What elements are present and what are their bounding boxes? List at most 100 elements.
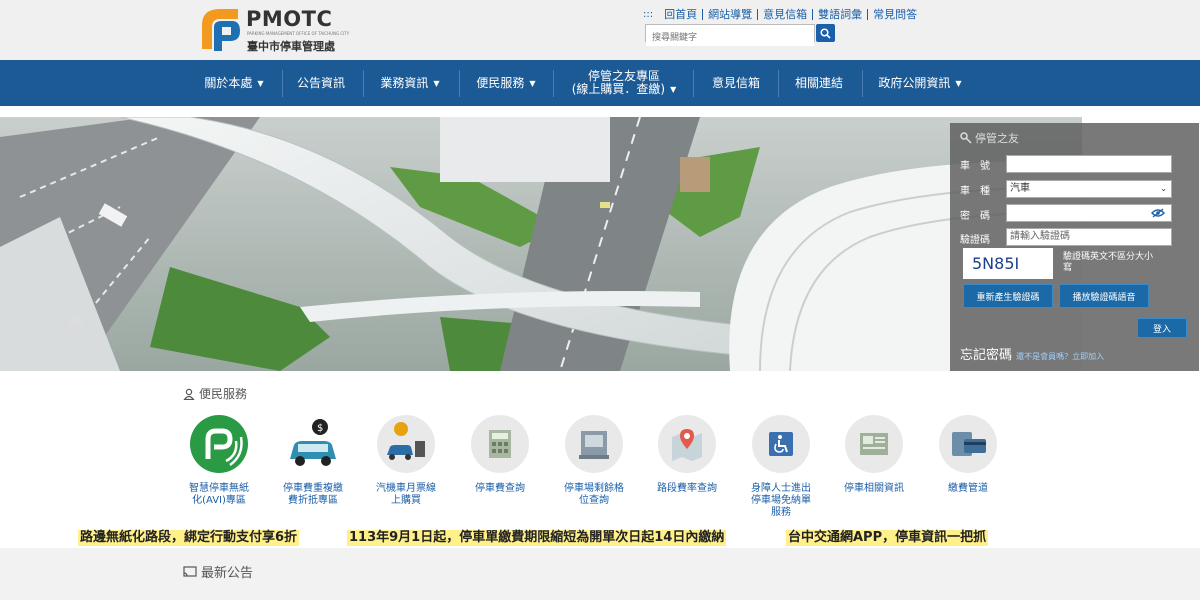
services-title: 便民服務 bbox=[199, 387, 248, 401]
monthly-pass-icon bbox=[377, 415, 435, 473]
forgot-password-link[interactable]: 忘記密碼 還不是會員嗎？立即加入 bbox=[960, 344, 1104, 363]
parking-lot-icon bbox=[565, 415, 623, 473]
forgot-password-text: 忘記密碼 bbox=[960, 348, 1013, 363]
login-title: 停管之友 bbox=[960, 130, 1019, 146]
search-button[interactable] bbox=[816, 24, 835, 42]
nav-business[interactable]: 業務資訊 ▼ bbox=[368, 60, 452, 106]
cast-icon bbox=[183, 565, 197, 577]
nav-announcements[interactable]: 公告資訊 bbox=[288, 60, 354, 106]
service-disabled-parking[interactable]: 身障人士進出 停車場免納單 服務 bbox=[736, 415, 826, 519]
login-button[interactable]: 登入 bbox=[1137, 318, 1187, 338]
captcha-image: 5N85I bbox=[963, 248, 1053, 279]
nav-gov-info[interactable]: 政府公開資訊 ▼ bbox=[868, 60, 972, 106]
service-disabled-parking-label: 身障人士進出 停車場免納單 服務 bbox=[751, 483, 811, 518]
nav-business-label: 業務資訊 bbox=[380, 75, 429, 90]
nav-divider bbox=[363, 70, 364, 97]
service-parking-spaces[interactable]: 停車場剩餘格 位查詢 bbox=[549, 415, 639, 507]
service-parking-info[interactable]: 停車相關資訊 bbox=[829, 415, 919, 495]
pmotc-logo-icon bbox=[202, 9, 240, 51]
service-payment-channels[interactable]: 繳費管道 bbox=[923, 415, 1013, 495]
service-monthly-pass[interactable]: 汽機車月票線 上購買 bbox=[361, 415, 451, 507]
chevron-down-icon: ▼ bbox=[433, 78, 440, 88]
news-heading: 最新公告 bbox=[183, 562, 253, 581]
chevron-down-icon: ▼ bbox=[670, 85, 677, 94]
vehicle-type-select[interactable]: 汽車 ⌄ bbox=[1006, 180, 1172, 198]
nav-services[interactable]: 便民服務 ▼ bbox=[464, 60, 548, 106]
play-captcha-audio-button[interactable]: 播放驗證碼語音 bbox=[1059, 284, 1149, 308]
service-parking-info-label: 停車相關資訊 bbox=[844, 483, 904, 494]
nav-links[interactable]: 相關連結 bbox=[784, 60, 854, 106]
chevron-down-icon: ▼ bbox=[529, 78, 536, 88]
logo-subtitle: PARKING MANAGEMENT OFFICE OF TAICHUNG CI… bbox=[247, 31, 350, 36]
map-pin-icon bbox=[658, 415, 716, 473]
car-refund-icon: $ bbox=[284, 415, 342, 473]
hero-banner-image bbox=[0, 117, 1082, 371]
service-parking-spaces-label: 停車場剩餘格 位查詢 bbox=[564, 483, 624, 506]
service-refund[interactable]: $ 停車費重複繳 費折抵專區 bbox=[268, 415, 358, 507]
news-title: 最新公告 bbox=[201, 566, 254, 581]
nav-divider bbox=[459, 70, 460, 97]
captcha-hint: 驗證碼英文不區分大小寫 bbox=[1063, 252, 1154, 273]
nav-feedback[interactable]: 意見信箱 bbox=[700, 60, 772, 106]
plate-number-input[interactable] bbox=[1006, 155, 1172, 173]
nav-gov-info-label: 政府公開資訊 bbox=[878, 75, 951, 90]
site-header: PMOTC PARKING MANAGEMENT OFFICE OF TAICH… bbox=[0, 0, 1200, 60]
show-password-eye-icon[interactable] bbox=[1151, 208, 1165, 218]
hero-banner[interactable] bbox=[0, 117, 1082, 371]
nav-about[interactable]: 關於本處 ▼ bbox=[193, 60, 275, 106]
marquee-item[interactable]: 路邊無紙化路段，綁定行動支付享6折 bbox=[78, 530, 300, 546]
nav-member-zone-line2: (線上購買．查繳) bbox=[571, 82, 666, 96]
key-icon bbox=[960, 132, 972, 144]
marquee-item[interactable]: 台中交通網APP，停車資訊一把抓 bbox=[786, 530, 989, 546]
link-glossary[interactable]: 雙語詞彙 bbox=[812, 8, 867, 20]
vehicle-type-value: 汽車 bbox=[1010, 183, 1030, 194]
news-section bbox=[0, 548, 1200, 600]
service-fee-query-label: 停車費查詢 bbox=[475, 483, 525, 494]
captcha-input[interactable]: 請輸入驗證碼 bbox=[1006, 228, 1172, 246]
nav-divider bbox=[553, 70, 554, 97]
service-avi-label: 智慧停車無紙 化(AVI)專區 bbox=[189, 483, 249, 506]
link-home[interactable]: 回首頁 bbox=[659, 9, 702, 20]
vehicle-type-label: 車 種 bbox=[960, 186, 990, 197]
nav-links-label: 相關連結 bbox=[794, 75, 843, 90]
service-fee-query[interactable]: 停車費查詢 bbox=[455, 415, 545, 495]
calculator-icon bbox=[471, 415, 529, 473]
service-payment-channels-label: 繳費管道 bbox=[948, 483, 988, 494]
nav-divider bbox=[778, 70, 779, 97]
services-heading: 便民服務 bbox=[183, 385, 247, 402]
wheelchair-icon bbox=[752, 415, 810, 473]
link-faq[interactable]: 常見問答 bbox=[867, 8, 922, 20]
nav-announcements-label: 公告資訊 bbox=[296, 75, 345, 90]
nav-divider bbox=[862, 70, 863, 97]
nav-services-label: 便民服務 bbox=[476, 75, 525, 90]
chevron-down-icon: ▼ bbox=[257, 78, 264, 88]
announcement-marquee: 路邊無紙化路段，綁定行動支付享6折 113年9月1日起，停車單繳費期限縮短為開單… bbox=[0, 528, 1200, 548]
marquee-item[interactable]: 113年9月1日起，停車單繳費期限縮短為開單次日起14日內繳納 bbox=[347, 530, 727, 546]
logo-chinese-name: 臺中市停車管理處 bbox=[247, 40, 335, 53]
login-title-text: 停管之友 bbox=[975, 132, 1019, 145]
payment-card-icon bbox=[939, 415, 997, 473]
service-refund-label: 停車費重複繳 費折抵專區 bbox=[283, 483, 343, 506]
site-logo[interactable]: PMOTC PARKING MANAGEMENT OFFICE OF TAICH… bbox=[198, 5, 358, 57]
sitemap-grid-icon[interactable]: ::: bbox=[643, 9, 653, 20]
link-feedback[interactable]: 意見信箱 bbox=[757, 8, 812, 20]
nav-about-label: 關於本處 bbox=[204, 75, 253, 90]
nav-member-zone[interactable]: 停管之友專區 (線上購買．查繳) ▼ bbox=[560, 60, 688, 106]
logo-title: PMOTC bbox=[246, 7, 333, 31]
main-nav: 關於本處 ▼ 公告資訊 業務資訊 ▼ 便民服務 ▼ 停管之友專區 (線上購買．查繳) ▼… bbox=[0, 60, 1200, 106]
newspaper-icon bbox=[845, 415, 903, 473]
regenerate-captcha-button[interactable]: 重新產生驗證碼 bbox=[963, 284, 1053, 308]
password-input[interactable] bbox=[1006, 204, 1172, 222]
nav-divider bbox=[693, 70, 694, 97]
nav-divider bbox=[282, 70, 283, 97]
svg-text:$: $ bbox=[317, 423, 323, 434]
signup-link[interactable]: 還不是會員嗎？立即加入 bbox=[1016, 352, 1104, 361]
search-input[interactable] bbox=[646, 30, 814, 46]
service-road-rates[interactable]: 路段費率查詢 bbox=[642, 415, 732, 495]
password-label: 密 碼 bbox=[960, 211, 990, 222]
search-box bbox=[645, 24, 815, 46]
service-avi[interactable]: 智慧停車無紙 化(AVI)專區 bbox=[174, 415, 264, 507]
link-sitemap[interactable]: 網站導覽 bbox=[702, 8, 757, 20]
chevron-down-icon: ▼ bbox=[955, 78, 962, 88]
captcha-label: 驗證碼 bbox=[960, 235, 990, 246]
